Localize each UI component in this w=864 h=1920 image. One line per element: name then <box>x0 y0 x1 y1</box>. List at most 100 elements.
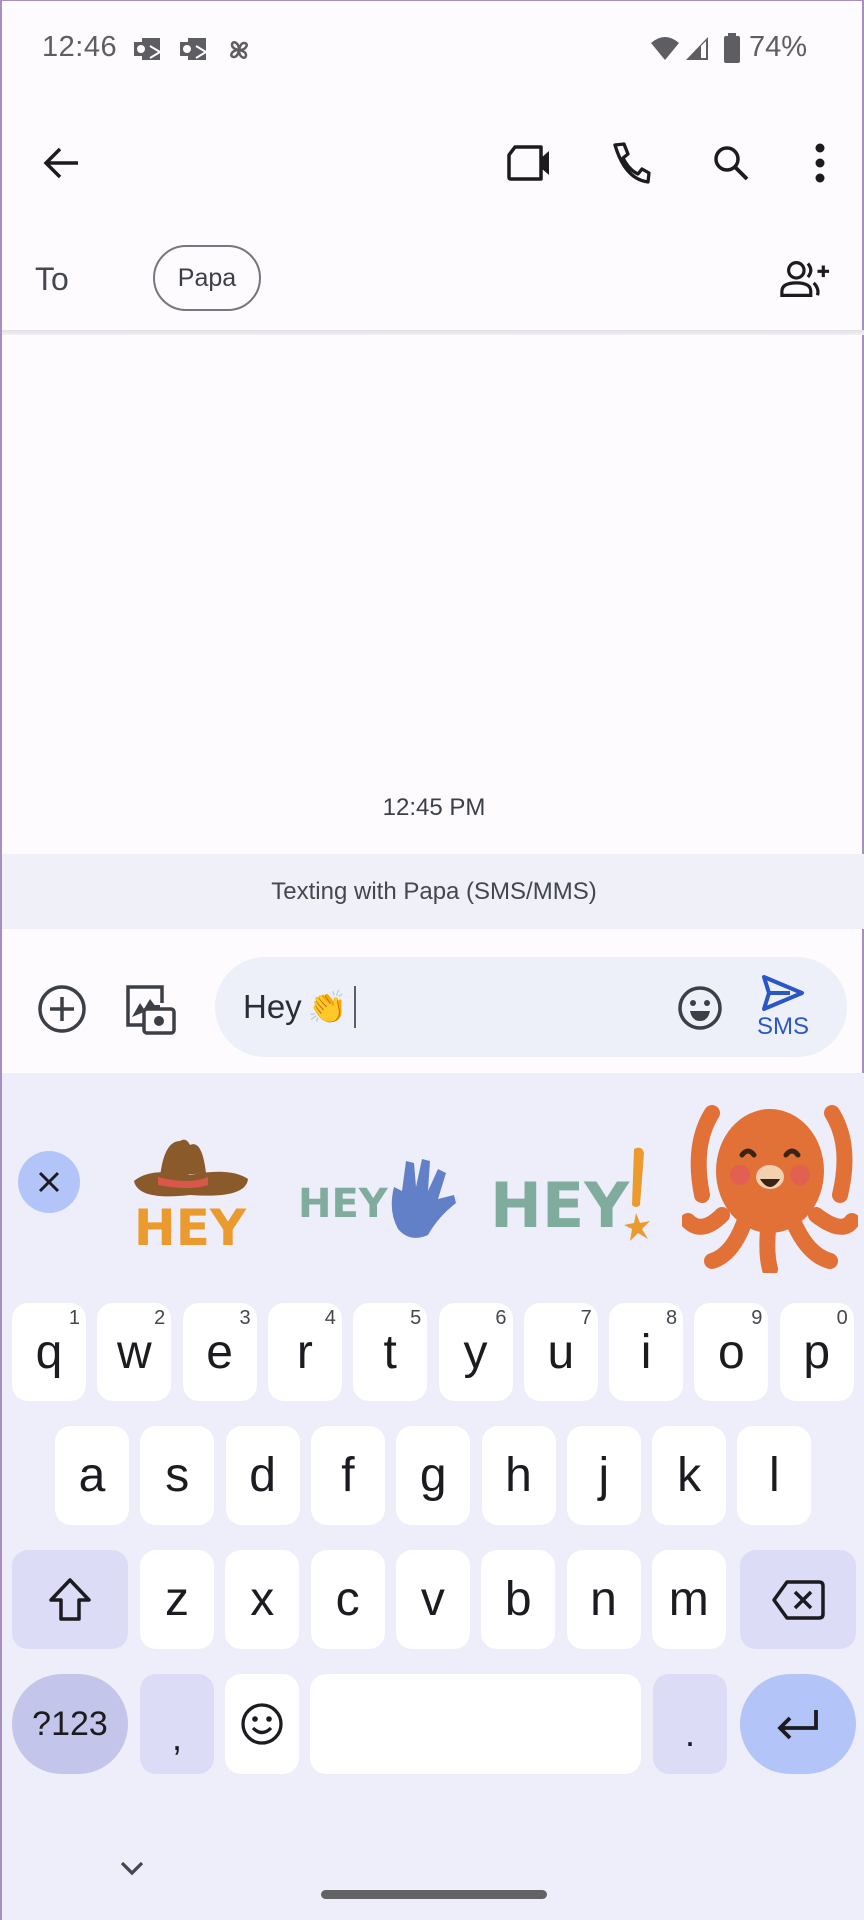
key-w[interactable]: w2 <box>97 1303 172 1401</box>
shift-key[interactable] <box>12 1550 128 1649</box>
key-z[interactable]: z <box>140 1550 214 1649</box>
chevron-down-icon <box>120 1861 144 1876</box>
text-cursor <box>353 986 356 1028</box>
video-call-button[interactable] <box>503 137 555 189</box>
gallery-camera-icon <box>126 985 176 1035</box>
key-j[interactable]: j <box>566 1426 641 1525</box>
key-hint: 0 <box>836 1307 848 1329</box>
key-label: o <box>718 1325 745 1379</box>
search-icon <box>714 146 749 181</box>
attach-button[interactable] <box>32 979 92 1039</box>
comma-key[interactable]: , <box>140 1674 214 1774</box>
send-sms-button[interactable] <box>760 973 810 1013</box>
key-label: g <box>419 1449 447 1502</box>
key-s[interactable]: s <box>140 1426 215 1525</box>
key-a[interactable]: a <box>55 1426 129 1525</box>
key-label: w <box>116 1325 152 1379</box>
more-options-button[interactable] <box>794 137 846 189</box>
key-q[interactable]: q1 <box>12 1303 86 1401</box>
backspace-key[interactable] <box>740 1550 856 1649</box>
key-r[interactable]: r4 <box>267 1303 342 1401</box>
key-label: y <box>463 1325 488 1379</box>
key-hint: 6 <box>495 1307 507 1329</box>
key-label: h <box>505 1449 532 1502</box>
key-h[interactable]: h <box>481 1426 556 1525</box>
emoji-button[interactable] <box>670 978 730 1038</box>
key-y[interactable]: y6 <box>438 1303 513 1401</box>
hide-keyboard-button[interactable] <box>118 1859 146 1879</box>
more-vert-icon <box>815 143 825 183</box>
key-hint: 4 <box>324 1307 336 1329</box>
symbols-key[interactable]: ?123 <box>12 1674 128 1774</box>
sticker-hey-cowboy[interactable]: HEY <box>120 1133 260 1253</box>
octopus-sticker-image <box>682 1105 858 1273</box>
clapping-emoji: 👏 <box>307 989 348 1025</box>
key-i[interactable]: i8 <box>609 1303 684 1401</box>
gallery-camera-button[interactable] <box>120 979 180 1039</box>
sticker-hey-exclaim[interactable]: HEY <box>490 1143 660 1243</box>
key-label: u <box>547 1325 575 1379</box>
svg-text:HEY: HEY <box>298 1181 389 1227</box>
add-recipient-button[interactable] <box>779 253 831 305</box>
enter-key[interactable] <box>740 1674 856 1774</box>
key-u[interactable]: u7 <box>523 1303 598 1401</box>
key-label: a <box>78 1449 106 1502</box>
key-f[interactable]: f <box>310 1426 385 1525</box>
key-v[interactable]: v <box>395 1550 470 1649</box>
send-sms-label[interactable]: SMS <box>757 1013 809 1041</box>
emoji-icon <box>241 1703 283 1745</box>
phone-call-button[interactable] <box>605 137 657 189</box>
back-button[interactable] <box>36 137 88 189</box>
hey-exclaim-sticker-image: HEY <box>490 1147 650 1242</box>
close-stickers-button[interactable] <box>18 1151 80 1213</box>
close-icon <box>38 1171 60 1193</box>
svg-text:HEY: HEY <box>134 1199 247 1253</box>
key-b[interactable]: b <box>481 1550 556 1649</box>
key-o[interactable]: o9 <box>694 1303 769 1401</box>
hey-wave-sticker-image: HEY <box>298 1159 456 1238</box>
period-key[interactable]: . <box>653 1674 727 1774</box>
header-divider <box>2 330 864 335</box>
key-e[interactable]: e3 <box>182 1303 257 1401</box>
key-p[interactable]: p0 <box>779 1303 854 1401</box>
key-k[interactable]: k <box>652 1426 727 1525</box>
key-n[interactable]: n <box>566 1550 641 1649</box>
key-m[interactable]: m <box>651 1550 726 1649</box>
emoji-key[interactable] <box>225 1674 299 1774</box>
sticker-octopus[interactable] <box>682 1105 858 1273</box>
emoji-icon <box>678 986 722 1030</box>
key-label: e <box>206 1325 233 1379</box>
key-label: d <box>249 1449 276 1502</box>
key-x[interactable]: x <box>225 1550 300 1649</box>
key-label: q <box>35 1325 63 1379</box>
message-text: Hey <box>243 988 302 1025</box>
key-label: b <box>504 1573 532 1626</box>
arrow-back-icon <box>43 147 78 179</box>
key-d[interactable]: d <box>225 1426 300 1525</box>
key-hint: 2 <box>154 1307 166 1329</box>
period-label: . <box>684 1713 695 1754</box>
key-t[interactable]: t5 <box>353 1303 428 1401</box>
gesture-nav-handle[interactable] <box>321 1890 547 1899</box>
key-hint: 3 <box>239 1307 251 1329</box>
key-c[interactable]: c <box>310 1550 385 1649</box>
key-label: r <box>296 1325 313 1379</box>
key-hint: 1 <box>68 1307 80 1329</box>
to-label: To <box>35 261 69 297</box>
key-label: v <box>420 1573 445 1626</box>
texting-mode-text: Texting with Papa (SMS/MMS) <box>271 877 597 905</box>
wifi-icon <box>651 37 679 60</box>
key-label: t <box>383 1325 397 1379</box>
search-button[interactable] <box>705 137 757 189</box>
key-l[interactable]: l <box>737 1426 812 1525</box>
key-label: z <box>165 1573 189 1626</box>
space-key[interactable] <box>310 1674 641 1774</box>
key-label: c <box>335 1573 360 1626</box>
message-input-text[interactable]: Hey 👏 <box>243 986 356 1028</box>
recipient-chip[interactable]: Papa <box>153 245 261 311</box>
video-call-icon <box>507 145 549 181</box>
key-label: s <box>165 1449 190 1502</box>
key-g[interactable]: g <box>396 1426 471 1525</box>
sticker-hey-wave[interactable]: HEY <box>298 1151 468 1241</box>
message-timestamp: 12:45 PM <box>382 794 486 821</box>
